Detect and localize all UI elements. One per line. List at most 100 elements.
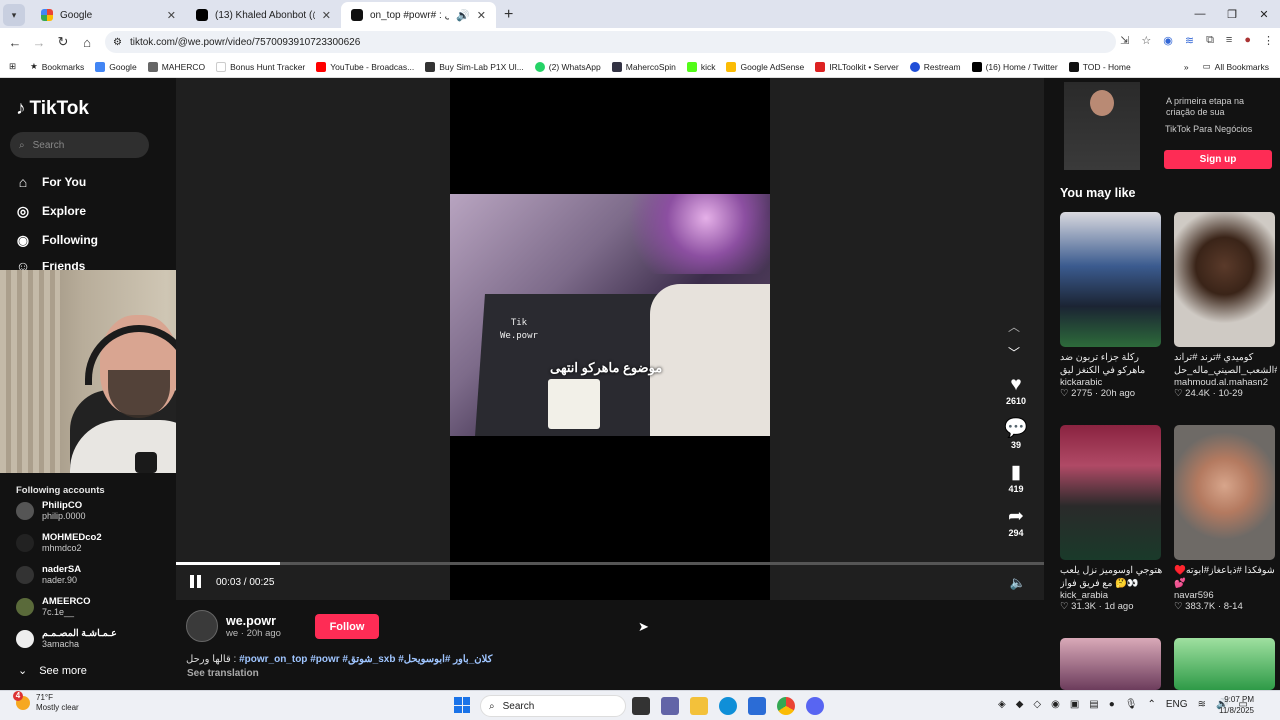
- bookmark-item[interactable]: MahercoSpin: [611, 61, 676, 72]
- bookmark-item[interactable]: ★ Bookmarks: [30, 61, 84, 72]
- profile-avatar[interactable]: ●: [1244, 34, 1251, 47]
- more-bookmarks-icon[interactable]: »: [1184, 62, 1189, 72]
- follow-button[interactable]: Follow: [315, 614, 379, 639]
- tray-app-icon[interactable]: ▤: [1089, 699, 1098, 710]
- speaker-icon[interactable]: 🔊: [456, 9, 470, 22]
- home-icon[interactable]: ⌂: [75, 35, 99, 50]
- media-icon[interactable]: ≡: [1226, 34, 1232, 47]
- nav-friends[interactable]: ☺ Friends: [14, 262, 86, 270]
- bookmark-item[interactable]: MAHERCO: [147, 61, 205, 72]
- video-frame[interactable]: Tik We.powr موضوع ماهركو انتهى: [450, 194, 770, 436]
- video-player[interactable]: Tik We.powr موضوع ماهركو انتهى 00:03 / 00…: [176, 78, 1044, 600]
- extensions-icon[interactable]: ⧉: [1206, 34, 1214, 47]
- tray-app-icon[interactable]: ▣: [1070, 699, 1079, 710]
- menu-icon[interactable]: ⋮: [1263, 34, 1274, 47]
- install-icon[interactable]: ⇲: [1120, 34, 1129, 47]
- account-item[interactable]: naderSA nader.90: [16, 564, 81, 586]
- video-progress-bar[interactable]: [176, 562, 1044, 565]
- file-explorer-icon[interactable]: [690, 697, 708, 715]
- site-info-icon[interactable]: ⚙: [113, 37, 122, 48]
- sponsored-thumbnail[interactable]: [1064, 82, 1140, 170]
- signup-button[interactable]: Sign up: [1164, 150, 1272, 169]
- see-more-button[interactable]: ⌄ See more: [18, 664, 87, 678]
- nav-for-you[interactable]: ⌂ For You: [14, 173, 86, 191]
- language-indicator[interactable]: ENG: [1166, 699, 1188, 710]
- all-bookmarks-folder[interactable]: ▭ All Bookmarks: [1203, 61, 1269, 72]
- close-icon[interactable]: ✕: [322, 9, 331, 22]
- bookmark-item[interactable]: Bonus Hunt Tracker: [216, 61, 305, 72]
- chevron-up-icon[interactable]: ︿: [1008, 318, 1020, 335]
- bookmark-item[interactable]: TOD - Home: [1068, 61, 1131, 72]
- taskbar-search[interactable]: ⌕ Search: [480, 695, 626, 717]
- creator-avatar[interactable]: [186, 610, 218, 642]
- edge-icon[interactable]: [719, 697, 737, 715]
- tray-app-icon[interactable]: ◆: [1016, 699, 1024, 710]
- comment-button[interactable]: 💬 39: [998, 418, 1034, 450]
- bookmark-item[interactable]: (2) WhatsApp: [534, 61, 601, 72]
- apps-grid-icon[interactable]: ⊞: [9, 61, 16, 72]
- bookmark-button[interactable]: ▮ 419: [998, 462, 1034, 494]
- tab-tiktok[interactable]: on_top #powr# : قالها ورحل 🔊 ✕: [341, 2, 496, 28]
- new-tab-icon[interactable]: +: [504, 6, 513, 24]
- nav-explore[interactable]: ◎ Explore: [14, 202, 86, 220]
- restore-icon[interactable]: ❐: [1216, 0, 1248, 28]
- recommended-card[interactable]: هتوجي اوسوميز نزل يلعب مع فريق فواز 🤔👀 k…: [1060, 425, 1163, 612]
- chevron-up-icon[interactable]: ⌃: [1148, 699, 1156, 710]
- bookmark-item[interactable]: (16) Home / Twitter: [971, 61, 1058, 72]
- minimize-icon[interactable]: —: [1184, 0, 1216, 28]
- card-thumbnail-partial[interactable]: [1060, 638, 1161, 690]
- tray-app-icon[interactable]: ◉: [1051, 699, 1060, 710]
- creator-name[interactable]: we.powr: [226, 614, 281, 628]
- search-input[interactable]: ⌕ Search: [10, 132, 149, 158]
- star-icon[interactable]: ☆: [1141, 34, 1151, 47]
- hashtags[interactable]: #powr_on_top #powr #شوتق_sxb #كلان_باور …: [239, 654, 492, 665]
- tab-twitter[interactable]: (13) Khaled Abonbot (@k_abon ✕: [186, 2, 341, 28]
- close-window-icon[interactable]: ✕: [1248, 0, 1280, 28]
- wifi-icon[interactable]: ≋: [1198, 699, 1206, 710]
- account-item[interactable]: MOHMEDco2 mhmdco2: [16, 532, 102, 554]
- chrome-icon[interactable]: [777, 697, 795, 715]
- close-icon[interactable]: ✕: [477, 9, 486, 22]
- extension-blue-icon[interactable]: ◉: [1163, 34, 1173, 47]
- discord-icon[interactable]: [806, 697, 824, 715]
- close-icon[interactable]: ✕: [167, 9, 176, 22]
- bookmark-item[interactable]: kick: [686, 61, 715, 72]
- recommended-card[interactable]: ♥️شوفكذا #ذباعغاز#ابوته💕 navar596 ♡ 383.…: [1174, 425, 1277, 612]
- card-thumbnail-partial[interactable]: [1174, 638, 1275, 690]
- store-icon[interactable]: [748, 697, 766, 715]
- reload-icon[interactable]: ↻: [51, 34, 75, 50]
- bookmark-item[interactable]: YouTube - Broadcas...: [316, 61, 414, 72]
- tray-app-icon[interactable]: ◈: [998, 699, 1006, 710]
- windows-start-icon[interactable]: [454, 697, 470, 713]
- url-field[interactable]: ⚙ tiktok.com/@we.powr/video/757009391072…: [105, 31, 1116, 53]
- bookmark-item[interactable]: Google: [95, 61, 137, 72]
- pause-icon[interactable]: [190, 575, 204, 589]
- recommended-card[interactable]: ركلة جزاء تربون ضد ماهركو في الكنغز ليق …: [1060, 212, 1163, 399]
- forward-icon[interactable]: →: [27, 35, 51, 50]
- recommended-card[interactable]: كوميدي #ترند #تراند #الشعب_الصيني_ماله_ح…: [1174, 212, 1277, 399]
- back-icon[interactable]: ←: [3, 35, 27, 50]
- tray-app-icon[interactable]: ●: [1109, 699, 1115, 710]
- bookmark-item[interactable]: IRLToolkit • Server: [815, 61, 899, 72]
- bookmark-item[interactable]: Buy Sim-Lab P1X Ul...: [425, 61, 524, 72]
- bookmark-item[interactable]: Restream: [909, 61, 961, 72]
- account-item[interactable]: عـمـاشـة المصـمـم 3amacha: [16, 628, 117, 650]
- share-button[interactable]: ➦ 294: [998, 506, 1034, 538]
- tray-app-icon[interactable]: ◇: [1033, 699, 1041, 710]
- tab-google[interactable]: Google ✕: [31, 2, 186, 28]
- volume-icon[interactable]: 🔈: [1010, 575, 1026, 591]
- weather-widget[interactable]: 4 71°F Mostly clear: [13, 691, 79, 713]
- account-item[interactable]: AMEERCO 7c.1e__: [16, 596, 91, 618]
- audio-extension-icon[interactable]: ≋: [1185, 34, 1194, 47]
- nav-following[interactable]: ◉ Following: [14, 231, 98, 249]
- like-button[interactable]: ♥ 2610: [998, 374, 1034, 406]
- account-item[interactable]: PhilipCO philip.0000: [16, 500, 86, 522]
- microphone-icon[interactable]: 🎙: [1125, 699, 1138, 710]
- tab-search-icon[interactable]: ▾: [3, 4, 25, 26]
- bookmark-item[interactable]: Google AdSense: [726, 61, 804, 72]
- tiktok-logo[interactable]: ♪ TikTok: [16, 98, 89, 120]
- chevron-down-icon[interactable]: ﹀: [1008, 344, 1020, 361]
- see-translation-link[interactable]: See translation: [187, 668, 259, 679]
- clock[interactable]: 9:07 PM 11/8/2025: [1219, 694, 1254, 716]
- task-view-icon[interactable]: [632, 697, 650, 715]
